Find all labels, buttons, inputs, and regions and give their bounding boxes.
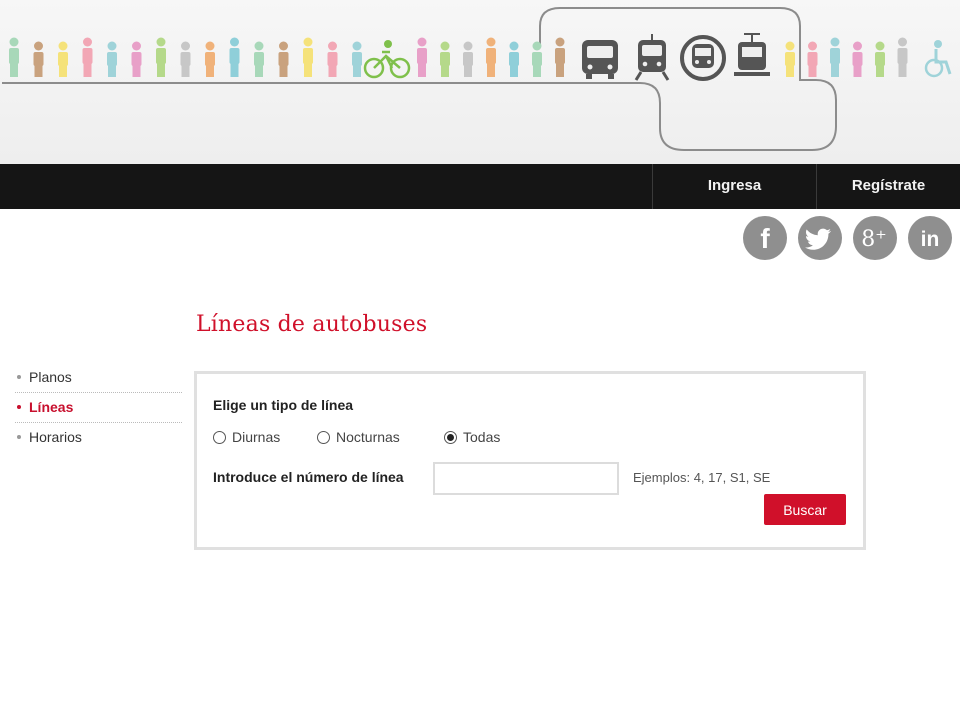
train-icon <box>634 34 670 81</box>
bullet-icon <box>17 375 21 379</box>
radio-circle-icon <box>444 430 457 444</box>
sidebar-item-label: Planos <box>29 369 72 385</box>
page-title: Líneas de autobuses <box>196 312 428 337</box>
tram-icon <box>734 33 770 76</box>
bus-icon <box>582 40 618 79</box>
person-figure <box>509 41 519 77</box>
person-figure <box>532 41 542 77</box>
person-figure <box>830 37 840 77</box>
examples-hint: Ejemplos: 4, 17, S1, SE <box>633 470 771 485</box>
radio-label: Diurnas <box>232 429 281 445</box>
person-figure <box>180 41 191 77</box>
line-search-form: Elige un tipo de línea Diurnas Nocturnas… <box>194 371 866 550</box>
radio-label: Todas <box>463 429 501 445</box>
sidebar-item-lineas[interactable]: Líneas <box>15 393 182 423</box>
person-figure <box>440 41 450 77</box>
sidebar-item-label: Horarios <box>29 429 82 445</box>
radio-todas[interactable]: Todas <box>444 429 500 445</box>
person-figure <box>33 41 44 77</box>
top-nav-bar: Ingresa Regístrate <box>0 164 960 209</box>
person-figure <box>278 41 289 77</box>
register-link[interactable]: Regístrate <box>816 164 960 209</box>
person-figure <box>303 37 313 77</box>
person-figure <box>875 41 885 77</box>
person-figure <box>82 37 93 77</box>
person-figure <box>205 41 215 77</box>
svg-text:f: f <box>760 223 770 254</box>
sidebar-nav: Planos Líneas Horarios <box>15 363 182 453</box>
person-figure <box>486 37 496 77</box>
twitter-icon[interactable] <box>798 216 842 260</box>
svg-text:in: in <box>921 228 940 251</box>
person-figure <box>807 41 818 77</box>
person-figure <box>107 41 117 77</box>
line-number-label: Introduce el número de línea <box>213 469 404 485</box>
google-plus-icon[interactable]: 8⁺ <box>853 216 897 260</box>
line-type-heading: Elige un tipo de línea <box>213 397 354 413</box>
person-figure <box>463 41 473 77</box>
linkedin-icon[interactable]: in <box>908 216 952 260</box>
metro-icon <box>680 35 726 81</box>
svg-text:8⁺: 8⁺ <box>861 227 887 252</box>
person-figure <box>352 41 362 77</box>
wheelchair-icon <box>924 40 952 78</box>
person-figure <box>555 37 565 77</box>
person-figure <box>9 37 19 77</box>
person-figure <box>327 41 338 77</box>
radio-diurnas[interactable]: Diurnas <box>213 429 280 445</box>
line-number-input[interactable] <box>433 462 619 495</box>
bullet-icon <box>17 405 21 409</box>
person-figure <box>254 41 264 77</box>
radio-nocturnas[interactable]: Nocturnas <box>317 429 400 445</box>
person-figure <box>897 37 908 77</box>
search-button[interactable]: Buscar <box>764 494 846 525</box>
radio-circle-icon <box>317 430 330 444</box>
person-figure <box>156 37 166 77</box>
radio-label: Nocturnas <box>336 429 400 445</box>
bullet-icon <box>17 435 21 439</box>
people-and-transport-banner <box>2 7 952 151</box>
person-figure <box>131 41 142 77</box>
person-figure <box>58 41 68 77</box>
radio-circle-icon <box>213 430 226 444</box>
person-figure <box>785 41 795 77</box>
sidebar-item-planos[interactable]: Planos <box>15 363 182 393</box>
sidebar-item-label: Líneas <box>29 399 74 415</box>
facebook-icon[interactable]: f <box>743 216 787 260</box>
login-link[interactable]: Ingresa <box>652 164 816 209</box>
person-figure <box>417 37 427 77</box>
person-figure <box>229 37 240 77</box>
person-figure <box>852 41 863 77</box>
header-banner <box>0 0 960 164</box>
sidebar-item-horarios[interactable]: Horarios <box>15 423 182 453</box>
bicycle-icon <box>363 40 411 79</box>
